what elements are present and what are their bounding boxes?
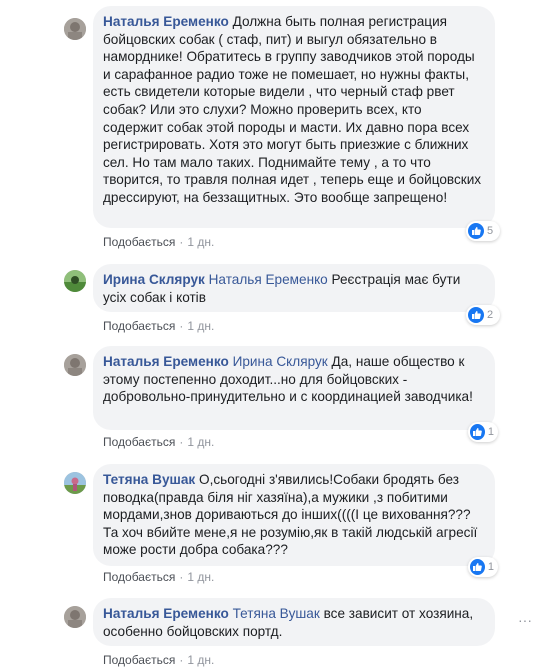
like-button[interactable]: Подобається: [103, 435, 175, 449]
mention-link[interactable]: Наталья Еременко: [209, 272, 328, 287]
comment-author[interactable]: Наталья Еременко: [103, 354, 229, 369]
comment-bubble: Тетяна Вушак О,сьогодні з'явились!Собаки…: [93, 464, 495, 566]
comment-actions: Подобається · 1 дн.: [103, 319, 215, 333]
mention-link[interactable]: Тетяна Вушак: [233, 606, 320, 621]
comment-author[interactable]: Наталья Еременко: [103, 14, 229, 29]
thumbs-up-icon: [470, 424, 485, 440]
comment-bubble: Наталья Еременко Ирина Склярук Да, наше …: [93, 346, 495, 430]
comment-actions: Подобається · 1 дн.: [103, 653, 215, 667]
avatar[interactable]: [64, 354, 86, 376]
like-button[interactable]: Подобається: [103, 570, 175, 584]
mention-link[interactable]: Ирина Склярук: [233, 354, 328, 369]
comment-bubble: Наталья Еременко Должна быть полная реги…: [93, 6, 495, 228]
comment-author[interactable]: Тетяна Вушак: [103, 472, 195, 487]
avatar[interactable]: [64, 18, 86, 40]
comment-timestamp[interactable]: 1 дн.: [187, 653, 214, 667]
like-button[interactable]: Подобається: [103, 235, 175, 249]
avatar[interactable]: [64, 606, 86, 628]
reaction-count[interactable]: 1: [468, 557, 498, 577]
comment-timestamp[interactable]: 1 дн.: [187, 435, 214, 449]
avatar[interactable]: [64, 472, 86, 494]
comment-text: Должна быть полная регистрация бойцовски…: [103, 14, 482, 205]
thumbs-up-icon: [468, 307, 484, 323]
comment-actions: Подобається · 1 дн.: [103, 235, 215, 249]
reaction-number: 5: [487, 225, 494, 237]
comment-actions: Подобається · 1 дн.: [103, 570, 215, 584]
reaction-count[interactable]: 1: [468, 422, 498, 442]
reaction-count[interactable]: 5: [466, 221, 500, 241]
more-options-icon[interactable]: ···: [518, 612, 532, 628]
thumbs-up-icon: [468, 223, 484, 239]
reaction-count[interactable]: 2: [466, 305, 500, 325]
comment-timestamp[interactable]: 1 дн.: [187, 235, 214, 249]
comment-timestamp[interactable]: 1 дн.: [187, 570, 214, 584]
comment-bubble: Ирина Склярук Наталья Еременко Реєстраці…: [93, 264, 495, 312]
thumbs-up-icon: [470, 559, 485, 575]
comment-author[interactable]: Наталья Еременко: [103, 606, 229, 621]
comment-author[interactable]: Ирина Склярук: [103, 272, 205, 287]
like-button[interactable]: Подобається: [103, 319, 175, 333]
reaction-number: 1: [487, 426, 494, 438]
comment-bubble: Наталья Еременко Тетяна Вушак все зависи…: [93, 598, 495, 646]
comment-actions: Подобається · 1 дн.: [103, 435, 215, 449]
reaction-number: 2: [487, 309, 494, 321]
like-button[interactable]: Подобається: [103, 653, 175, 667]
comment-timestamp[interactable]: 1 дн.: [187, 319, 214, 333]
avatar[interactable]: [64, 270, 86, 292]
reaction-number: 1: [487, 561, 494, 573]
